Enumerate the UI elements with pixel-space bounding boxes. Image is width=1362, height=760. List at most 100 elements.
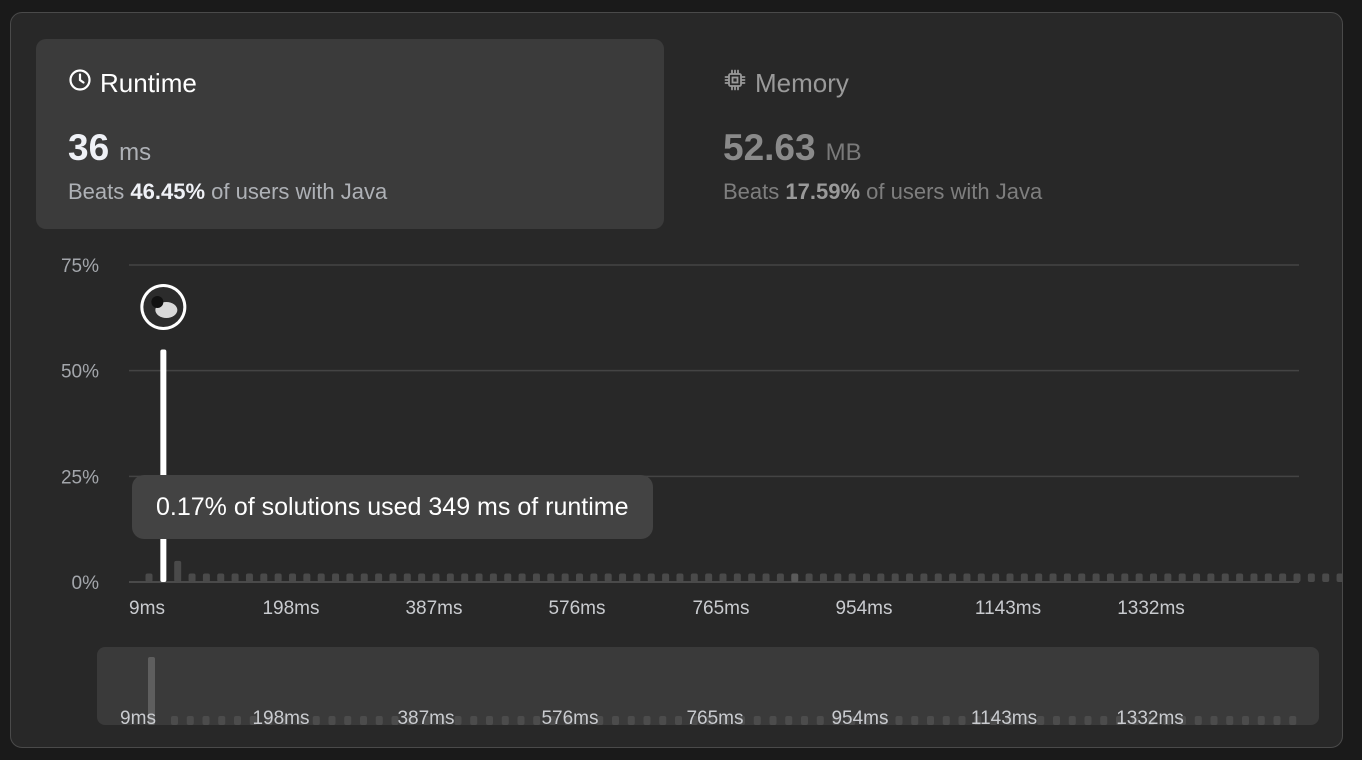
histogram-bar: [317, 573, 325, 582]
minimap-bar: [785, 716, 793, 725]
minimap-bar: [816, 716, 824, 725]
x-tick-label: 9ms: [129, 598, 165, 619]
minimap-bar: [360, 716, 367, 725]
minimap-tick-label: 9ms: [120, 708, 156, 729]
histogram-bar: [776, 573, 784, 582]
histogram-bar: [748, 573, 756, 582]
histogram-bar: [260, 573, 268, 582]
x-tick-label: 387ms: [405, 598, 462, 619]
histogram-bar: [403, 573, 411, 582]
histogram-bar: [834, 573, 842, 582]
histogram-bar: [733, 573, 741, 582]
minimap-bar: [675, 716, 682, 725]
histogram-bar: [819, 573, 827, 582]
histogram-bar: [604, 573, 612, 582]
minimap-bar: [659, 716, 667, 725]
histogram-bar: [1221, 573, 1229, 582]
histogram-bar: [1063, 573, 1071, 582]
histogram-bar: [662, 573, 670, 582]
minimap-tick-label: 387ms: [397, 708, 454, 729]
histogram-bar: [1193, 573, 1201, 582]
histogram-bar: [805, 573, 813, 582]
histogram-bar: [690, 573, 698, 582]
histogram-bar: [1078, 573, 1086, 582]
minimap-bar: [958, 716, 966, 725]
histogram-bar: [217, 573, 225, 582]
minimap-bar: [1257, 716, 1265, 725]
histogram-bar: [1207, 573, 1215, 582]
minimap-bar: [753, 716, 761, 725]
histogram-bar: [461, 573, 469, 582]
x-tick-label: 765ms: [692, 598, 749, 619]
histogram-bar: [949, 573, 957, 582]
minimap-tick-label: 1332ms: [1116, 708, 1184, 729]
y-tick-label: 25%: [61, 467, 99, 488]
histogram-bar: [705, 573, 713, 582]
histogram-bar: [389, 573, 397, 582]
histogram-bar: [188, 573, 196, 582]
minimap-bar: [911, 716, 919, 725]
histogram-bar: [1279, 573, 1287, 582]
histogram-bar: [877, 573, 885, 582]
histogram-bar: [446, 573, 454, 582]
minimap-bar: [1226, 716, 1234, 725]
minimap-tick-label: 954ms: [831, 708, 888, 729]
histogram-bar: [977, 573, 985, 582]
minimap-tick-label: 576ms: [541, 708, 598, 729]
x-tick-label: 576ms: [548, 598, 605, 619]
x-tick-label: 1332ms: [1117, 598, 1185, 619]
minimap-bar: [895, 716, 903, 725]
avatar-head: [151, 296, 164, 308]
histogram-bar: [532, 573, 540, 582]
histogram-bar: [762, 573, 770, 582]
histogram-bar: [1049, 573, 1057, 582]
histogram-bar: [1164, 573, 1172, 582]
highlight-bar: [160, 349, 167, 582]
y-tick-label: 0%: [72, 573, 100, 594]
histogram-bar: [303, 573, 311, 582]
minimap-bar: [186, 716, 194, 725]
histogram-bar: [375, 573, 383, 582]
histogram-bar: [1006, 573, 1014, 582]
minimap-bar: [375, 716, 383, 725]
histogram-bar: [676, 573, 684, 582]
minimap-bar: [328, 716, 336, 725]
histogram-bar: [547, 573, 555, 582]
minimap-bar: [517, 716, 525, 725]
histogram-bar: [1307, 573, 1315, 582]
minimap-bar: [454, 716, 462, 725]
minimap-bar: [1068, 716, 1076, 725]
histogram-bar: [1092, 573, 1100, 582]
histogram-bar: [590, 573, 598, 582]
histogram-bar: [1135, 573, 1143, 582]
histogram-bar: [719, 573, 727, 582]
histogram-bar: [1322, 573, 1330, 582]
minimap-bar: [627, 716, 635, 725]
minimap-bar: [1194, 716, 1202, 725]
minimap-bar: [218, 716, 226, 725]
histogram-bar: [848, 573, 856, 582]
histogram-bar: [332, 573, 340, 582]
histogram-bar: [576, 573, 583, 582]
histogram-bar: [145, 573, 153, 582]
histogram-bar: [1020, 573, 1028, 582]
histogram-bar: [863, 573, 870, 582]
histogram-bar: [418, 573, 426, 582]
histogram-bar: [891, 573, 899, 582]
x-tick-label: 954ms: [835, 598, 892, 619]
minimap-bar: [801, 716, 808, 725]
minimap-bar: [501, 716, 509, 725]
runtime-histogram: 75% 50% 25% 0% 9ms 198ms 387ms 576ms 765ms 954ms 1…: [61, 256, 1342, 729]
minimap-bar: [533, 716, 541, 725]
histogram-bar: [274, 573, 282, 582]
minimap-bar: [1289, 716, 1297, 725]
minimap-bar: [769, 716, 777, 725]
minimap-bar: [234, 716, 241, 725]
histogram-bar: [289, 573, 296, 582]
histogram-bar: [934, 573, 942, 582]
minimap-bar: [486, 716, 493, 725]
histogram-bar: [791, 573, 799, 582]
histogram-bar: [518, 573, 526, 582]
histogram-bar: [504, 573, 512, 582]
histogram-bar: [1178, 573, 1186, 582]
